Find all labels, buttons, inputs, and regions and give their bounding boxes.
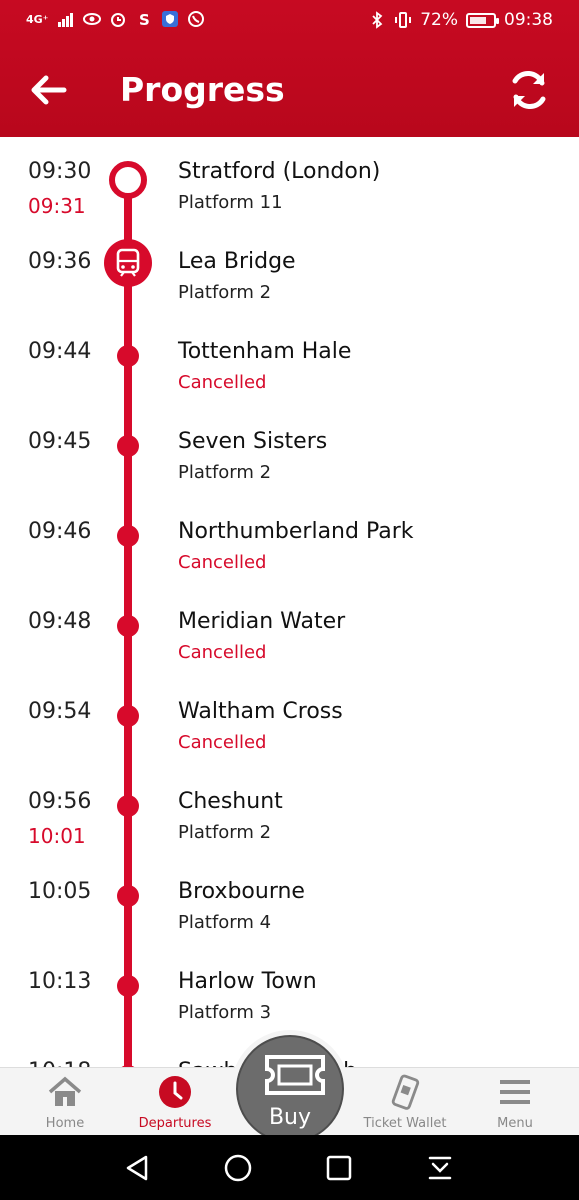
stop-marker <box>117 525 139 547</box>
notification-pull-icon[interactable] <box>424 1152 456 1184</box>
ticket-icon <box>265 1055 325 1095</box>
stop-row[interactable]: 09:36 Lea Bridge Platform 2 <box>0 227 579 317</box>
recents-square-icon[interactable] <box>323 1152 355 1184</box>
nav-ticket-wallet[interactable]: Ticket Wallet <box>355 1068 455 1136</box>
stop-row[interactable]: 09:46 Northumberland Park Cancelled <box>0 497 579 587</box>
journey-timeline[interactable]: 09:30 09:31 Stratford (London) Platform 11 0… <box>0 137 579 1067</box>
scheduled-time: 09:48 <box>28 609 92 634</box>
station-name: Northumberland Park <box>178 519 414 544</box>
scheduled-time: 10:13 <box>28 969 92 994</box>
stop-row[interactable]: 10:13 Harlow Town Platform 3 <box>0 947 579 1037</box>
network-type: 4G⁺ <box>26 12 49 26</box>
nav-home-label: Home <box>45 1116 85 1131</box>
back-triangle-icon[interactable] <box>122 1152 154 1184</box>
ticket-wallet-icon <box>391 1074 420 1110</box>
station-name: Meridian Water <box>178 609 346 634</box>
scheduled-time: 09:45 <box>28 429 92 454</box>
platform-info: Platform 2 <box>178 822 272 843</box>
alarm-icon <box>110 13 125 27</box>
stop-marker <box>117 795 139 817</box>
stop-marker <box>117 975 139 997</box>
stop-row[interactable]: 10:05 Broxbourne Platform 4 <box>0 857 579 947</box>
refresh-icon[interactable] <box>506 67 552 113</box>
home-icon <box>48 1076 82 1106</box>
stop-marker <box>117 345 139 367</box>
nav-menu-label: Menu <box>497 1116 533 1131</box>
vibrate-icon <box>395 12 412 28</box>
nav-departures[interactable]: Departures <box>125 1068 225 1136</box>
app-header: 4G⁺ S 72% 09:38 Progress <box>0 0 579 137</box>
cancelled-status: Cancelled <box>178 372 267 393</box>
scheduled-time: 10:18 <box>28 1059 91 1067</box>
battery-percent: 72% <box>420 10 458 30</box>
buy-label: Buy <box>268 1105 312 1130</box>
shield-app-icon <box>161 11 178 27</box>
buy-button[interactable]: Buy <box>231 1030 349 1148</box>
station-name: Cheshunt <box>178 789 283 814</box>
scheduled-time: 10:05 <box>28 879 92 904</box>
expected-time: 10:01 <box>28 824 86 848</box>
cancelled-status: Cancelled <box>178 732 267 753</box>
home-circle-icon[interactable] <box>222 1152 254 1184</box>
stop-row[interactable]: 09:45 Seven Sisters Platform 2 <box>0 407 579 497</box>
scheduled-time: 09:30 <box>28 159 92 184</box>
scheduled-time: 09:44 <box>28 339 92 364</box>
origin-marker <box>109 161 147 199</box>
s-app-icon: S <box>139 11 150 28</box>
page-title: Progress <box>120 70 285 109</box>
nav-ticket-wallet-label: Ticket Wallet <box>363 1116 447 1131</box>
platform-info: Platform 2 <box>178 462 272 483</box>
stop-row[interactable]: 09:56 10:01 Cheshunt Platform 2 <box>0 767 579 857</box>
stop-row[interactable]: 09:48 Meridian Water Cancelled <box>0 587 579 677</box>
stop-row[interactable]: 09:54 Waltham Cross Cancelled <box>0 677 579 767</box>
platform-info: Platform 2 <box>178 282 272 303</box>
status-left: 4G⁺ S <box>26 10 205 28</box>
station-name: Lea Bridge <box>178 249 296 274</box>
cancelled-status: Cancelled <box>178 642 267 663</box>
system-navigation-bar <box>0 1135 579 1200</box>
status-right: 72% 09:38 <box>368 10 553 30</box>
signal-icon <box>57 13 73 27</box>
stop-marker <box>117 705 139 727</box>
platform-info: Platform 3 <box>178 1002 272 1023</box>
whatsapp-icon <box>187 11 204 27</box>
cancelled-status: Cancelled <box>178 552 267 573</box>
station-name: Waltham Cross <box>178 699 343 724</box>
eye-icon <box>82 13 101 25</box>
platform-info: Platform 4 <box>178 912 272 933</box>
status-bar: 4G⁺ S 72% 09:38 <box>0 0 579 44</box>
expected-time: 09:31 <box>28 194 86 218</box>
station-name: Tottenham Hale <box>178 339 352 364</box>
stop-marker <box>117 885 139 907</box>
stop-row[interactable]: 09:30 09:31 Stratford (London) Platform 11 <box>0 137 579 227</box>
clock: 09:38 <box>504 10 553 30</box>
station-name: Seven Sisters <box>178 429 328 454</box>
back-arrow-icon[interactable] <box>28 70 68 110</box>
menu-icon <box>500 1080 530 1104</box>
nav-home[interactable]: Home <box>15 1068 115 1136</box>
svg-text:S: S <box>139 11 150 28</box>
nav-menu[interactable]: Menu <box>465 1068 565 1136</box>
bluetooth-icon <box>372 11 383 29</box>
train-position-icon <box>104 239 152 287</box>
scheduled-time: 09:54 <box>28 699 92 724</box>
stop-marker <box>117 435 139 457</box>
scheduled-time: 09:46 <box>28 519 92 544</box>
station-name: Harlow Town <box>178 969 317 994</box>
stop-marker <box>117 615 139 637</box>
station-name: Stratford (London) <box>178 159 381 184</box>
battery-level <box>470 16 486 24</box>
scheduled-time: 09:36 <box>28 249 92 274</box>
nav-departures-label: Departures <box>138 1116 212 1131</box>
station-name: Broxbourne <box>178 879 305 904</box>
platform-info: Platform 11 <box>178 192 283 213</box>
scheduled-time: 09:56 <box>28 789 92 814</box>
clock-icon <box>159 1076 191 1108</box>
battery-icon <box>466 12 499 28</box>
stop-row[interactable]: 09:44 Tottenham Hale Cancelled <box>0 317 579 407</box>
